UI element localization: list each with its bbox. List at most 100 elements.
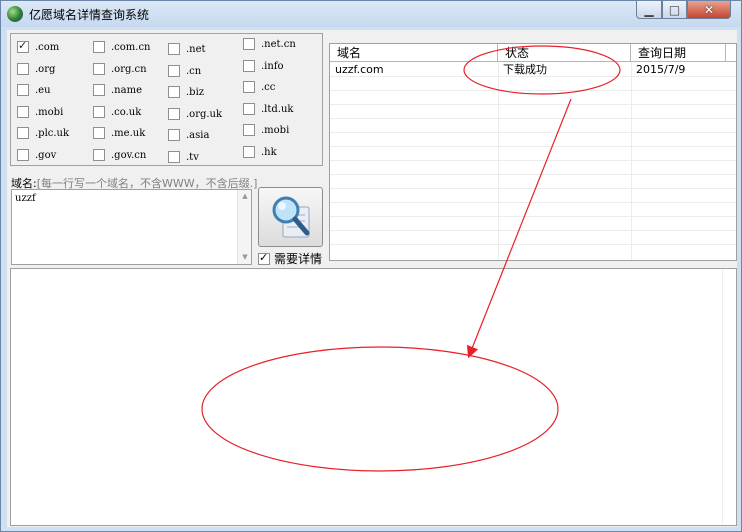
tld-checkbox[interactable]: .hk <box>243 145 277 159</box>
checkbox-icon[interactable] <box>93 106 105 118</box>
checkbox-icon[interactable] <box>168 86 180 98</box>
tld-label: .org <box>35 63 56 75</box>
scroll-down-icon[interactable]: ▼ <box>238 251 252 264</box>
checkbox-icon[interactable] <box>93 127 105 139</box>
tld-label: .com <box>35 41 60 53</box>
checkbox-icon[interactable] <box>168 108 180 120</box>
tld-checkbox[interactable]: .cn <box>168 64 201 78</box>
checkbox-icon[interactable] <box>17 84 29 96</box>
checkbox-icon[interactable] <box>168 129 180 141</box>
tld-checkbox[interactable]: .info <box>243 59 284 73</box>
tld-checkbox[interactable]: .org.uk <box>168 107 222 121</box>
checkbox-icon[interactable] <box>168 43 180 55</box>
tld-checkbox[interactable]: .cc <box>243 80 275 94</box>
tld-checkbox[interactable]: .com <box>17 39 60 54</box>
cell-status: 下载成功 <box>503 63 547 76</box>
cell-domain: uzzf.com <box>335 63 384 76</box>
tld-label: .org.cn <box>111 63 147 75</box>
tld-checkbox[interactable]: .net <box>168 42 206 56</box>
checkbox-icon[interactable] <box>17 39 29 53</box>
tld-checkbox[interactable]: .biz <box>168 85 204 99</box>
scroll-up-icon[interactable]: ▲ <box>238 190 252 203</box>
maximize-button[interactable]: □ <box>662 1 687 19</box>
tld-label: .asia <box>186 129 210 141</box>
checkbox-icon[interactable] <box>243 103 255 115</box>
checkbox-icon[interactable] <box>168 65 180 77</box>
table-row[interactable] <box>330 231 736 245</box>
column-header-status[interactable]: 状态 <box>498 44 631 62</box>
domain-textarea[interactable]: uzzf ▲ ▼ <box>11 189 252 265</box>
tld-checkbox[interactable]: .org <box>17 62 55 76</box>
table-row[interactable] <box>330 105 736 119</box>
tld-checkbox[interactable]: .org.cn <box>93 62 147 76</box>
tld-checkbox[interactable]: .net.cn <box>243 37 296 51</box>
table-row[interactable] <box>330 217 736 231</box>
app-window: 亿愿域名详情查询系统 ▁ □ ✕ .com .com.cn .net .net.cn.… <box>0 0 742 532</box>
checkbox-icon[interactable] <box>93 84 105 96</box>
tld-checkbox[interactable]: .asia <box>168 128 209 142</box>
table-row[interactable] <box>330 133 736 147</box>
tld-label: .name <box>111 84 142 96</box>
detail-output-area[interactable] <box>10 268 737 526</box>
table-row[interactable] <box>330 203 736 217</box>
checkbox-icon[interactable] <box>243 124 255 136</box>
tld-checkbox[interactable]: .eu <box>17 83 51 97</box>
tld-label: .plc.uk <box>35 127 70 139</box>
checkbox-icon[interactable] <box>168 151 180 163</box>
table-row[interactable] <box>330 147 736 161</box>
column-header-domain[interactable]: 域名 <box>330 44 498 62</box>
checkbox-icon[interactable] <box>93 149 105 161</box>
tld-label: .net <box>186 43 206 55</box>
column-header-date[interactable]: 查询日期 <box>631 44 726 62</box>
domain-textarea-value: uzzf <box>15 193 36 204</box>
window-title: 亿愿域名详情查询系统 <box>29 8 150 22</box>
checkbox-icon[interactable] <box>17 106 29 118</box>
tld-checkbox[interactable]: .me.uk <box>93 126 145 140</box>
tld-checkbox[interactable]: .mobi <box>17 105 63 119</box>
table-row[interactable] <box>330 119 736 133</box>
client-area: .com .com.cn .net .net.cn .org .org.cn .cn .inf… <box>7 30 737 527</box>
need-detail-checkbox[interactable]: 需要详情 <box>258 250 322 267</box>
need-detail-check-icon[interactable] <box>258 251 270 265</box>
tld-label: .org.uk <box>186 108 223 120</box>
detail-scrollbar[interactable] <box>722 269 736 525</box>
checkbox-icon[interactable] <box>243 146 255 158</box>
tld-checkbox[interactable]: .co.uk <box>93 105 141 119</box>
results-header: 域名 状态 查询日期 <box>330 44 736 62</box>
table-row[interactable] <box>330 189 736 203</box>
need-detail-label: 需要详情 <box>274 252 323 266</box>
checkbox-icon[interactable] <box>17 149 29 161</box>
checkbox-icon[interactable] <box>243 38 255 50</box>
minimize-button[interactable]: ▁ <box>636 1 662 19</box>
tld-checkbox[interactable]: .plc.uk <box>17 126 69 140</box>
checkbox-icon[interactable] <box>93 41 105 53</box>
checkbox-icon[interactable] <box>93 63 105 75</box>
tld-checkbox[interactable]: .tv <box>168 150 199 164</box>
checkbox-icon[interactable] <box>243 81 255 93</box>
checkbox-icon[interactable] <box>17 127 29 139</box>
tld-label: .mobi <box>261 124 290 136</box>
tld-checkbox[interactable]: .ltd.uk <box>243 102 293 116</box>
tld-label: .com.cn <box>111 41 151 53</box>
table-row[interactable] <box>330 161 736 175</box>
tld-label: .net.cn <box>261 38 296 50</box>
globe-icon <box>7 6 23 22</box>
tld-label: .cc <box>261 81 276 93</box>
tld-checkbox[interactable]: .gov.cn <box>93 148 146 162</box>
close-button[interactable]: ✕ <box>687 1 731 19</box>
checkbox-icon[interactable] <box>17 63 29 75</box>
query-button[interactable] <box>258 187 323 247</box>
tld-checkbox[interactable]: .gov <box>17 148 56 162</box>
tld-checkbox[interactable]: .mobi <box>243 123 289 137</box>
textarea-scrollbar[interactable]: ▲ ▼ <box>237 190 251 264</box>
table-row[interactable]: uzzf.com 下载成功 2015/7/9 <box>330 63 736 77</box>
tld-checkbox[interactable]: .name <box>93 83 142 97</box>
results-list[interactable]: 域名 状态 查询日期 uzzf.com 下载成功 2015/7/9 <box>329 43 737 261</box>
title-bar[interactable]: 亿愿域名详情查询系统 ▁ □ ✕ <box>1 1 741 27</box>
tld-checkbox-panel: .com .com.cn .net .net.cn .org .org.cn .cn .inf… <box>10 33 323 166</box>
table-row[interactable] <box>330 91 736 105</box>
table-row[interactable] <box>330 77 736 91</box>
table-row[interactable] <box>330 175 736 189</box>
checkbox-icon[interactable] <box>243 60 255 72</box>
tld-checkbox[interactable]: .com.cn <box>93 40 151 54</box>
